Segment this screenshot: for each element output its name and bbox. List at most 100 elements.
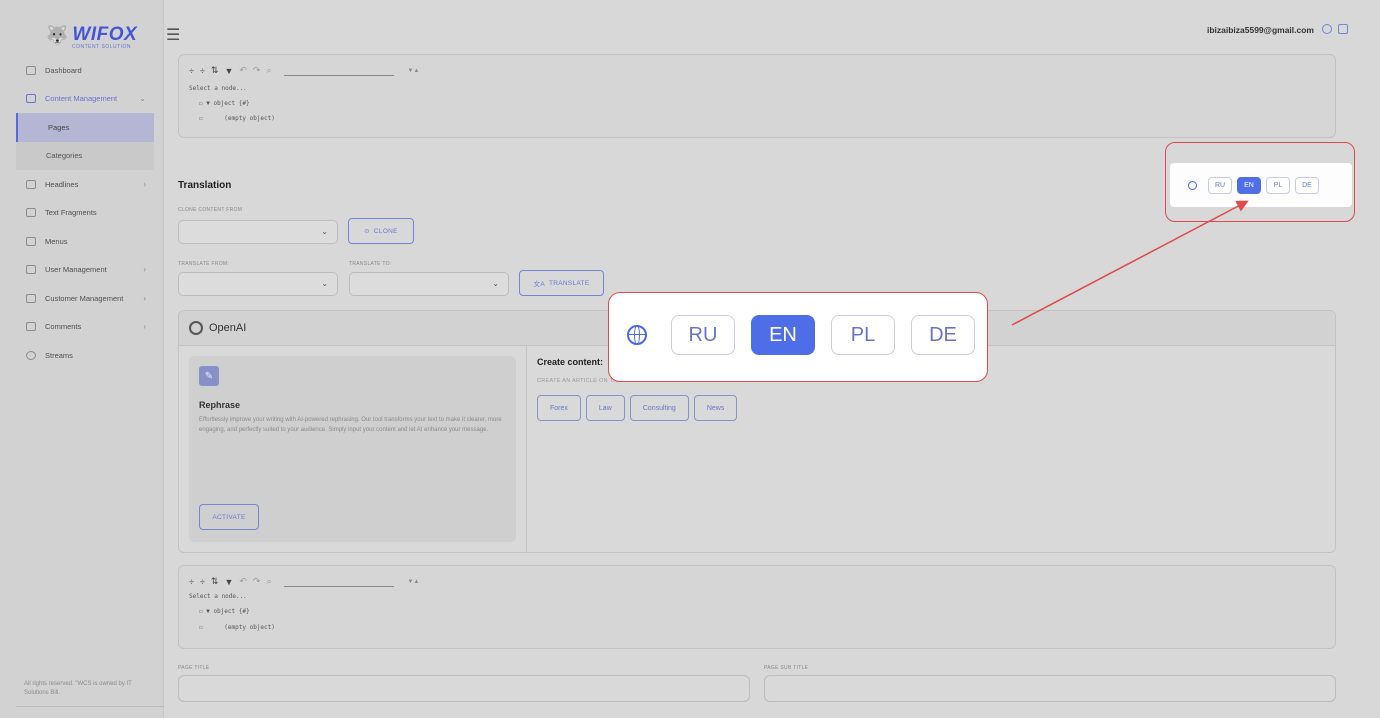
language-switcher-zoom: RU EN PL DE (608, 292, 988, 382)
dashboard-icon (26, 65, 36, 75)
expand-all-icon[interactable]: ÷ (189, 577, 194, 587)
sidebar-item-dashboard[interactable]: Dashboard (16, 56, 154, 85)
activate-button[interactable]: ACTIVATE (199, 504, 259, 530)
json-select-node: Select a node... (189, 593, 247, 600)
language-buttons: RU EN PL DE (1188, 177, 1319, 194)
json-object-line[interactable]: ☐ ▼ object {#} (199, 100, 250, 107)
lang-button-pl[interactable]: PL (1266, 177, 1290, 194)
users-icon (26, 265, 36, 275)
logo-text: WIFOX (72, 24, 138, 45)
translate-button-label: TRANSLATE (548, 279, 590, 287)
chevron-down-icon: ⌄ (492, 279, 499, 288)
chevron-down-icon: ⌄ (321, 279, 328, 288)
sidebar-item-label: Pages (48, 122, 70, 132)
search-icon[interactable]: ⌕ (266, 576, 271, 587)
headlines-icon (26, 179, 36, 189)
sidebar-item-label: Streams (45, 350, 73, 360)
openai-title: OpenAI (209, 322, 247, 334)
json-editor-top[interactable]: ÷ ÷ ⇅ ▼ ↶ ↷ ⌕ ▼▲ Select a node... ☐ ▼ ob… (178, 54, 1336, 138)
sidebar-item-label: Dashboard (45, 65, 82, 75)
translate-button[interactable]: 文A TRANSLATE (519, 270, 604, 296)
hamburger-menu-icon[interactable]: ☰ (166, 25, 180, 45)
json-object-line[interactable]: ☐ ▼ object {#} (199, 608, 250, 615)
topic-buttons: Forex Law Consulting News (537, 395, 738, 421)
translate-to-label: TRANSLATE TO: (349, 261, 392, 267)
filter-icon[interactable]: ▼ (224, 577, 233, 587)
sidebar-item-text-fragments[interactable]: Text Fragments (16, 199, 154, 228)
lang-button-ru[interactable]: RU (1208, 177, 1232, 194)
language-switcher-highlight: RU EN PL DE (1165, 142, 1355, 222)
rephrase-panel: ✎ Rephrase Effortlessly improve your wri… (189, 356, 516, 542)
chevron-down-icon: ⌄ (139, 94, 146, 104)
clone-button[interactable]: ⊙ CLONE (348, 218, 414, 244)
language-switcher: RU EN PL DE (1170, 163, 1352, 207)
language-buttons-zoom: RU EN PL DE (627, 315, 975, 355)
lang-button-de[interactable]: DE (1295, 177, 1319, 194)
expand-all-icon[interactable]: ÷ (189, 66, 194, 76)
translate-to-select[interactable]: ⌄ (349, 272, 509, 296)
json-empty-label: (empty object) (224, 115, 275, 122)
json-editor-bottom[interactable]: ÷ ÷ ⇅ ▼ ↶ ↷ ⌕ ▼▲ Select a node... ☐ ▼ ob… (178, 565, 1336, 649)
translate-from-select[interactable]: ⌄ (178, 272, 338, 296)
page-sub-title-input[interactable] (764, 675, 1336, 702)
openai-logo-icon (189, 321, 203, 335)
translate-icon: 文A (533, 281, 545, 288)
lang-button-de-zoom[interactable]: DE (911, 315, 975, 355)
logout-icon[interactable] (1338, 24, 1348, 34)
lang-button-en[interactable]: EN (1237, 177, 1261, 194)
app-logo[interactable]: 🐺 WIFOX CONTENT SOLUTION (46, 24, 138, 50)
content-icon (26, 94, 36, 104)
clone-from-select[interactable]: ⌄ (178, 220, 338, 244)
user-email: ibizaibiza5599@gmail.com (1206, 25, 1314, 35)
lang-button-en-zoom[interactable]: EN (751, 315, 815, 355)
activate-button-label: ACTIVATE (212, 513, 246, 521)
collapse-all-icon[interactable]: ÷ (200, 66, 205, 76)
sidebar-item-streams[interactable]: Streams (16, 341, 154, 370)
sidebar-item-label: Customer Management (45, 293, 124, 303)
topic-button-law[interactable]: Law (585, 395, 625, 421)
chevron-right-icon: › (143, 179, 146, 189)
sidebar-item-menus[interactable]: Menus (16, 227, 154, 256)
topic-button-forex[interactable]: Forex (537, 395, 581, 421)
topic-button-news[interactable]: News (693, 395, 738, 421)
search-input[interactable] (283, 66, 394, 76)
collapse-all-icon[interactable]: ÷ (200, 577, 205, 587)
sidebar-item-pages[interactable]: Pages (16, 113, 154, 142)
filter-icon[interactable]: ▼ (224, 66, 233, 76)
sidebar-item-label: Headlines (45, 179, 79, 189)
globe-icon (627, 325, 647, 345)
redo-icon[interactable]: ↷ (253, 576, 261, 587)
search-icon[interactable]: ⌕ (266, 65, 271, 76)
sidebar: 🐺 WIFOX CONTENT SOLUTION Dashboard Conte… (0, 0, 164, 718)
create-content-title: Create content: (537, 357, 604, 367)
undo-icon[interactable]: ↶ (239, 65, 247, 76)
json-empty-line: ☐ (empty object) (199, 115, 275, 122)
sidebar-item-headlines[interactable]: Headlines › (16, 170, 154, 199)
redo-icon[interactable]: ↷ (253, 65, 261, 76)
sidebar-item-user-management[interactable]: User Management › (16, 256, 154, 285)
sidebar-item-label: Menus (45, 236, 68, 246)
wolf-logo-icon: 🐺 (46, 24, 69, 45)
sidebar-item-customer-management[interactable]: Customer Management › (16, 284, 154, 313)
sort-icon[interactable]: ⇅ (211, 576, 219, 587)
settings-icon[interactable] (1322, 24, 1332, 34)
sidebar-item-label: Comments (45, 322, 82, 332)
search-nav-icon[interactable]: ▼▲ (408, 579, 420, 585)
sort-icon[interactable]: ⇅ (211, 65, 219, 76)
sidebar-item-comments[interactable]: Comments › (16, 313, 154, 342)
menus-icon (26, 236, 36, 246)
chevron-down-icon: ⌄ (321, 227, 328, 236)
lang-button-pl-zoom[interactable]: PL (831, 315, 895, 355)
undo-icon[interactable]: ↶ (239, 576, 247, 587)
search-input[interactable] (283, 577, 394, 587)
lang-button-ru-zoom[interactable]: RU (671, 315, 735, 355)
sidebar-item-label: Content Management (45, 94, 118, 104)
sidebar-item-label: User Management (45, 265, 107, 275)
page-title-input[interactable] (178, 675, 750, 702)
translation-title: Translation (178, 180, 232, 191)
sidebar-item-content-management[interactable]: Content Management ⌄ (16, 85, 154, 114)
sidebar-item-categories[interactable]: Categories (16, 141, 154, 170)
search-nav-icon[interactable]: ▼▲ (408, 68, 420, 74)
topic-button-consulting[interactable]: Consulting (629, 395, 689, 421)
chevron-right-icon: › (143, 322, 146, 332)
